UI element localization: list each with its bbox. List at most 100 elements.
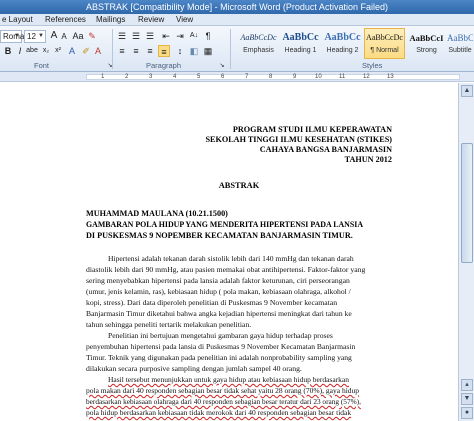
browse-object-icon[interactable]: ● (461, 407, 473, 419)
decrease-indent-icon[interactable]: ⇤ (160, 30, 172, 42)
chevron-down-icon[interactable]: ▼ (14, 31, 20, 42)
font-dialog-launcher-icon[interactable]: ↘ (104, 60, 116, 72)
body-line: tahun sehingga peneliti tertarik melakuk… (86, 320, 252, 329)
bullets-icon[interactable]: ☰ (116, 30, 128, 42)
style-heading-2[interactable]: AaBbCc Heading 2 (322, 28, 363, 59)
ruler-number: 2 (125, 74, 129, 80)
align-right-icon[interactable]: ≡ (144, 45, 156, 57)
scroll-thumb[interactable] (461, 143, 473, 263)
change-case-icon[interactable]: Aa (72, 30, 84, 42)
scroll-down-icon[interactable]: ▼ (461, 393, 473, 405)
window-title-bar: ABSTRAK [Compatibility Mode] - Microsoft… (0, 0, 474, 14)
header-line: CAHAYA BANGSA BANJARMASIN (259, 145, 392, 154)
style-subtitle[interactable]: AaBbCc Subtitle (446, 28, 474, 59)
ruler-number: 6 (221, 74, 225, 80)
bold-icon[interactable]: B (2, 45, 14, 57)
horizontal-ruler[interactable]: 1 2 3 4 5 6 7 8 9 10 11 12 13 (0, 72, 474, 82)
body-line: sering menyebabkan hipertensi pada lansi… (86, 276, 350, 285)
style-preview: AaBbCcDc (366, 33, 403, 42)
body-line: Hipertensi adalah tekanan darah sistolik… (108, 254, 354, 263)
ruler-number: 12 (363, 74, 370, 80)
styles-group-label: Styles (362, 61, 383, 70)
style-preview: AaBbCcDc (240, 33, 277, 42)
align-center-icon[interactable]: ≡ (130, 45, 142, 57)
superscript-icon[interactable]: x² (52, 45, 64, 57)
document-page[interactable]: PROGRAM STUDI ILMU KEPERAWATAN SEKOLAH T… (0, 83, 458, 421)
tab-mailings[interactable]: Mailings (96, 14, 125, 26)
paragraph-group-label: Paragraph (146, 61, 182, 70)
style-name: Emphasis (243, 47, 274, 54)
title-line: GAMBARAN POLA HIDUP YANG MENDERITA HIPER… (86, 220, 364, 229)
style-name: Subtitle (448, 47, 472, 54)
tab-review[interactable]: Review (138, 14, 164, 26)
paragraph-dialog-launcher-icon[interactable]: ↘ (216, 60, 228, 72)
strikethrough-icon[interactable]: abe (26, 45, 38, 57)
sort-icon[interactable]: A↓ (188, 30, 200, 42)
style-name: Heading 2 (326, 47, 359, 54)
line-spacing-icon[interactable]: ↕ (174, 45, 186, 57)
scroll-up-icon[interactable]: ▲ (461, 85, 473, 97)
style-name: Strong (416, 47, 437, 54)
body-line: diastolik lebih dari 90 mmHg, atau pasie… (86, 265, 366, 274)
header-line: TAHUN 2012 (344, 155, 392, 164)
ruler-number: 10 (315, 74, 322, 80)
body-line: Timur. Teknik yang digunakan pada peneli… (86, 353, 352, 362)
header-line: PROGRAM STUDI ILMU KEPERAWATAN (232, 125, 392, 134)
vertical-scrollbar[interactable]: ▲ ▴ ▼ ● (458, 83, 474, 421)
body-line: pola makan dari 40 responden sebagian be… (86, 386, 360, 395)
body-line: penyembuhan hipertensi pada lansia di Pu… (86, 342, 356, 351)
multilevel-list-icon[interactable]: ☰ (144, 30, 156, 42)
clear-formatting-icon[interactable]: ✎ (86, 30, 98, 42)
ruler-number: 3 (149, 74, 153, 80)
ruler-number: 1 (101, 74, 105, 80)
style-heading-1[interactable]: AaBbCc Heading 1 (280, 28, 321, 59)
ribbon-tab-row: e Layout References Mailings Review View (0, 14, 474, 26)
tab-view[interactable]: View (176, 14, 193, 26)
window-title: ABSTRAK [Compatibility Mode] - Microsoft… (86, 2, 388, 12)
font-group-label: Font (34, 61, 50, 70)
ruler-number: 7 (245, 74, 249, 80)
shrink-font-icon[interactable]: A (58, 31, 70, 43)
style-name: ¶ Normal (370, 47, 399, 54)
increase-indent-icon[interactable]: ⇥ (174, 30, 186, 42)
body-line: dilakukan secara purposive sampling deng… (86, 364, 302, 373)
shading-icon[interactable]: ◧ (188, 45, 200, 57)
group-divider (112, 29, 113, 69)
show-formatting-marks-icon[interactable]: ¶ (202, 30, 214, 42)
style-preview: AaBbCcI (409, 33, 444, 43)
ruler-track: 1 2 3 4 5 6 7 8 9 10 11 12 13 (86, 74, 460, 80)
font-size-combo[interactable]: 12 ▼ (24, 30, 46, 43)
abstract-heading: ABSTRAK (218, 181, 260, 190)
ruler-number: 13 (387, 74, 394, 80)
ribbon: Roman ▼ 12 ▼ A A Aa ✎ B I abe x₂ x² A ✐ … (0, 26, 474, 72)
align-left-icon[interactable]: ≡ (116, 45, 128, 57)
chevron-down-icon[interactable]: ▼ (38, 31, 44, 42)
title-line: DI PUSKESMAS 9 NOPEMBER KECAMATAN BANJAR… (86, 231, 353, 240)
body-line: berdasarkan kebiasaan olahraga dari 40 r… (86, 397, 361, 406)
font-name-combo[interactable]: Roman ▼ (0, 30, 29, 43)
tab-page-layout[interactable]: e Layout (2, 14, 33, 26)
style-strong[interactable]: AaBbCcI Strong (406, 28, 447, 59)
italic-icon[interactable]: I (14, 45, 26, 57)
style-preview: AaBbCc (447, 33, 473, 43)
subscript-icon[interactable]: x₂ (40, 45, 52, 57)
ruler-number: 4 (173, 74, 177, 80)
author-line: MUHAMMAD MAULANA (10.21.1500) (86, 209, 228, 218)
style-normal[interactable]: AaBbCcDc ¶ Normal (364, 28, 405, 59)
ruler-number: 5 (197, 74, 201, 80)
style-name: Heading 1 (284, 47, 317, 54)
justify-icon[interactable]: ≡ (158, 45, 170, 57)
tab-references[interactable]: References (45, 14, 86, 26)
highlight-icon[interactable]: ✐ (80, 45, 92, 57)
group-divider (230, 29, 231, 69)
borders-icon[interactable]: ▦ (202, 45, 214, 57)
ruler-toggle-icon[interactable]: ▴ (461, 379, 473, 391)
body-line: (umur, jenis kelamin, ras), kebiasaan hi… (86, 287, 351, 296)
numbering-icon[interactable]: ☰ (130, 30, 142, 42)
font-color-icon[interactable]: A (92, 45, 104, 57)
style-emphasis[interactable]: AaBbCcDc Emphasis (238, 28, 279, 59)
body-line: kopi, stress). Dari data diperoleh penel… (86, 298, 338, 307)
text-effects-icon[interactable]: A (66, 45, 78, 57)
body-line: Hasil tersebut menunjukkan untuk gaya hi… (108, 375, 349, 384)
ruler-number: 8 (269, 74, 273, 80)
